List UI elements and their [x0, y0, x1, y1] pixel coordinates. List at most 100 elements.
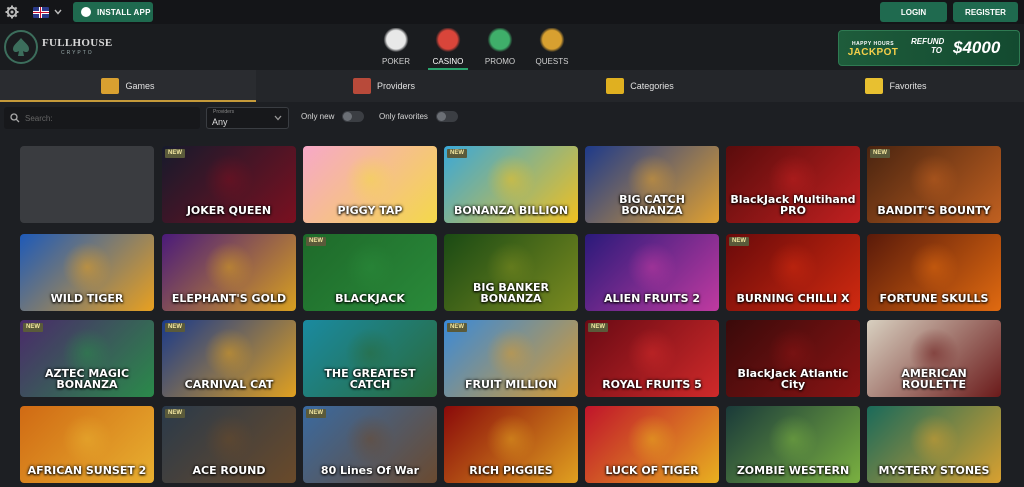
game-title: ZOMBIE WESTERN: [736, 464, 850, 478]
game-title: AFRICAN SUNSET 2: [27, 464, 147, 478]
nav-item-promo[interactable]: PROMO: [474, 24, 526, 70]
register-button[interactable]: REGISTER: [953, 2, 1018, 22]
game-title: BlackJack Multihand PRO: [730, 192, 856, 218]
new-badge: NEW: [729, 237, 749, 246]
tab-favorites-icon: [865, 78, 884, 94]
game-artwork: [909, 154, 959, 204]
game-artwork: [627, 242, 677, 292]
game-title: BANDIT'S BOUNTY: [877, 204, 991, 218]
new-badge: NEW: [306, 237, 326, 246]
login-button[interactable]: LOGIN: [880, 2, 947, 22]
game-title: AMERICAN ROULETTE: [901, 366, 967, 392]
game-tile[interactable]: LUCK OF TIGER: [585, 406, 719, 483]
install-app-button[interactable]: INSTALL APP: [73, 2, 153, 22]
game-title: ALIEN FRUITS 2: [603, 292, 701, 306]
game-tile[interactable]: [20, 146, 154, 223]
nav-item-quests[interactable]: QUESTS: [526, 24, 578, 70]
tab-games[interactable]: Games: [0, 70, 256, 102]
nav-item-poker[interactable]: POKER: [370, 24, 422, 70]
only-favorites-toggle[interactable]: [435, 111, 458, 122]
game-title: JOKER QUEEN: [186, 204, 272, 218]
provider-select[interactable]: Providers Any: [206, 107, 289, 129]
game-title: THE GREATEST CATCH: [324, 366, 416, 392]
game-tile[interactable]: JOKER QUEEN NEW: [162, 146, 296, 223]
logo[interactable]: FULLHOUSE CRYPTO: [4, 30, 124, 64]
tab-providers-icon: [352, 78, 371, 94]
game-tile[interactable]: BONANZA BILLION NEW: [444, 146, 578, 223]
gear-icon[interactable]: [1, 1, 23, 23]
game-tile[interactable]: THE GREATEST CATCH: [303, 320, 437, 397]
game-artwork: [486, 154, 536, 204]
game-title: FRUIT MILLION: [464, 378, 558, 392]
game-tile[interactable]: AFRICAN SUNSET 2: [20, 406, 154, 483]
game-title: 80 Lines Of War: [320, 464, 420, 478]
game-title: BONANZA BILLION: [453, 204, 569, 218]
game-title: BlackJack Atlantic City: [737, 366, 849, 392]
logo-subtitle: CRYPTO: [60, 50, 94, 56]
jackpot-banner[interactable]: HAPPY HOURS JACKPOT REFUND TO $4000: [838, 30, 1020, 66]
game-tile[interactable]: BANDIT'S BOUNTY NEW: [867, 146, 1001, 223]
game-tile[interactable]: BURNING CHILLI X NEW: [726, 234, 860, 311]
game-tile[interactable]: ROYAL FRUITS 5 NEW: [585, 320, 719, 397]
main-header: FULLHOUSE CRYPTO POKER CASINO PROMO QUESTS …: [0, 24, 1024, 70]
game-tile[interactable]: ALIEN FRUITS 2: [585, 234, 719, 311]
chevron-down-icon: [274, 115, 282, 121]
game-tile[interactable]: BlackJack Atlantic City: [726, 320, 860, 397]
game-tile[interactable]: MYSTERY STONES: [867, 406, 1001, 483]
nav-item-label: POKER: [381, 57, 410, 66]
new-badge: NEW: [23, 323, 43, 332]
game-grid: JOKER QUEEN NEW PIGGY TAP BONANZA BILLION NE…: [20, 146, 1004, 487]
game-title: BLACKJACK: [335, 292, 405, 306]
tab-label: Providers: [376, 81, 415, 91]
game-tile[interactable]: BlackJack Multihand PRO: [726, 146, 860, 223]
tab-games-icon: [101, 78, 120, 94]
game-tile[interactable]: PIGGY TAP: [303, 146, 437, 223]
tab-favorites[interactable]: Favorites: [768, 70, 1024, 102]
game-tile[interactable]: BLACKJACK NEW: [303, 234, 437, 311]
game-title: LUCK OF TIGER: [605, 464, 699, 478]
nav-poker-icon: [381, 28, 411, 54]
search-box[interactable]: [4, 107, 200, 129]
game-artwork: [204, 414, 254, 464]
game-tile[interactable]: 80 Lines Of War NEW: [303, 406, 437, 483]
game-title: MYSTERY STONES: [878, 464, 990, 478]
game-tile[interactable]: ACE ROUND NEW: [162, 406, 296, 483]
search-input[interactable]: [25, 113, 195, 123]
jackpot-badge: HAPPY HOURS JACKPOT: [845, 33, 901, 65]
game-tile[interactable]: BIG BANKER BONANZA: [444, 234, 578, 311]
filter-bar: Providers Any Only new Only favorites: [0, 103, 1024, 131]
new-badge: NEW: [447, 323, 467, 332]
nav-quests-icon: [537, 28, 567, 54]
game-tile[interactable]: BIG CATCH BONANZA: [585, 146, 719, 223]
tab-categories[interactable]: Categories: [512, 70, 768, 102]
chevron-down-icon[interactable]: [53, 7, 63, 17]
game-title: ROYAL FRUITS 5: [602, 378, 702, 392]
jackpot-to-label: TO: [931, 45, 942, 55]
game-tile[interactable]: CARNIVAL CAT NEW: [162, 320, 296, 397]
game-title: BIG CATCH BONANZA: [619, 192, 685, 218]
game-tile[interactable]: RICH PIGGIES: [444, 406, 578, 483]
game-tile[interactable]: AZTEC MAGIC BONANZA NEW: [20, 320, 154, 397]
only-new-toggle[interactable]: [342, 111, 365, 122]
tab-providers[interactable]: Providers: [256, 70, 512, 102]
game-tile[interactable]: FRUIT MILLION NEW: [444, 320, 578, 397]
game-tile[interactable]: ZOMBIE WESTERN: [726, 406, 860, 483]
game-tile[interactable]: ELEPHANT'S GOLD: [162, 234, 296, 311]
only-favorites-filter[interactable]: Only favorites: [379, 111, 458, 122]
game-artwork: [204, 328, 254, 378]
game-tile[interactable]: FORTUNE SKULLS: [867, 234, 1001, 311]
game-tile[interactable]: AMERICAN ROULETTE: [867, 320, 1001, 397]
game-title: AZTEC MAGIC BONANZA: [44, 366, 130, 392]
game-artwork: [909, 414, 959, 464]
only-favorites-label: Only favorites: [379, 112, 428, 121]
game-title: FORTUNE SKULLS: [879, 292, 989, 306]
game-artwork: [486, 414, 536, 464]
game-tile[interactable]: WILD TIGER: [20, 234, 154, 311]
provider-select-value: Any: [212, 117, 228, 127]
nav-item-casino[interactable]: CASINO: [422, 24, 474, 70]
game-artwork: [627, 414, 677, 464]
only-new-filter[interactable]: Only new: [301, 111, 365, 122]
download-icon: [81, 7, 91, 17]
top-bar: INSTALL APP LOGIN REGISTER: [0, 0, 1024, 24]
language-flag-icon[interactable]: [33, 6, 49, 18]
